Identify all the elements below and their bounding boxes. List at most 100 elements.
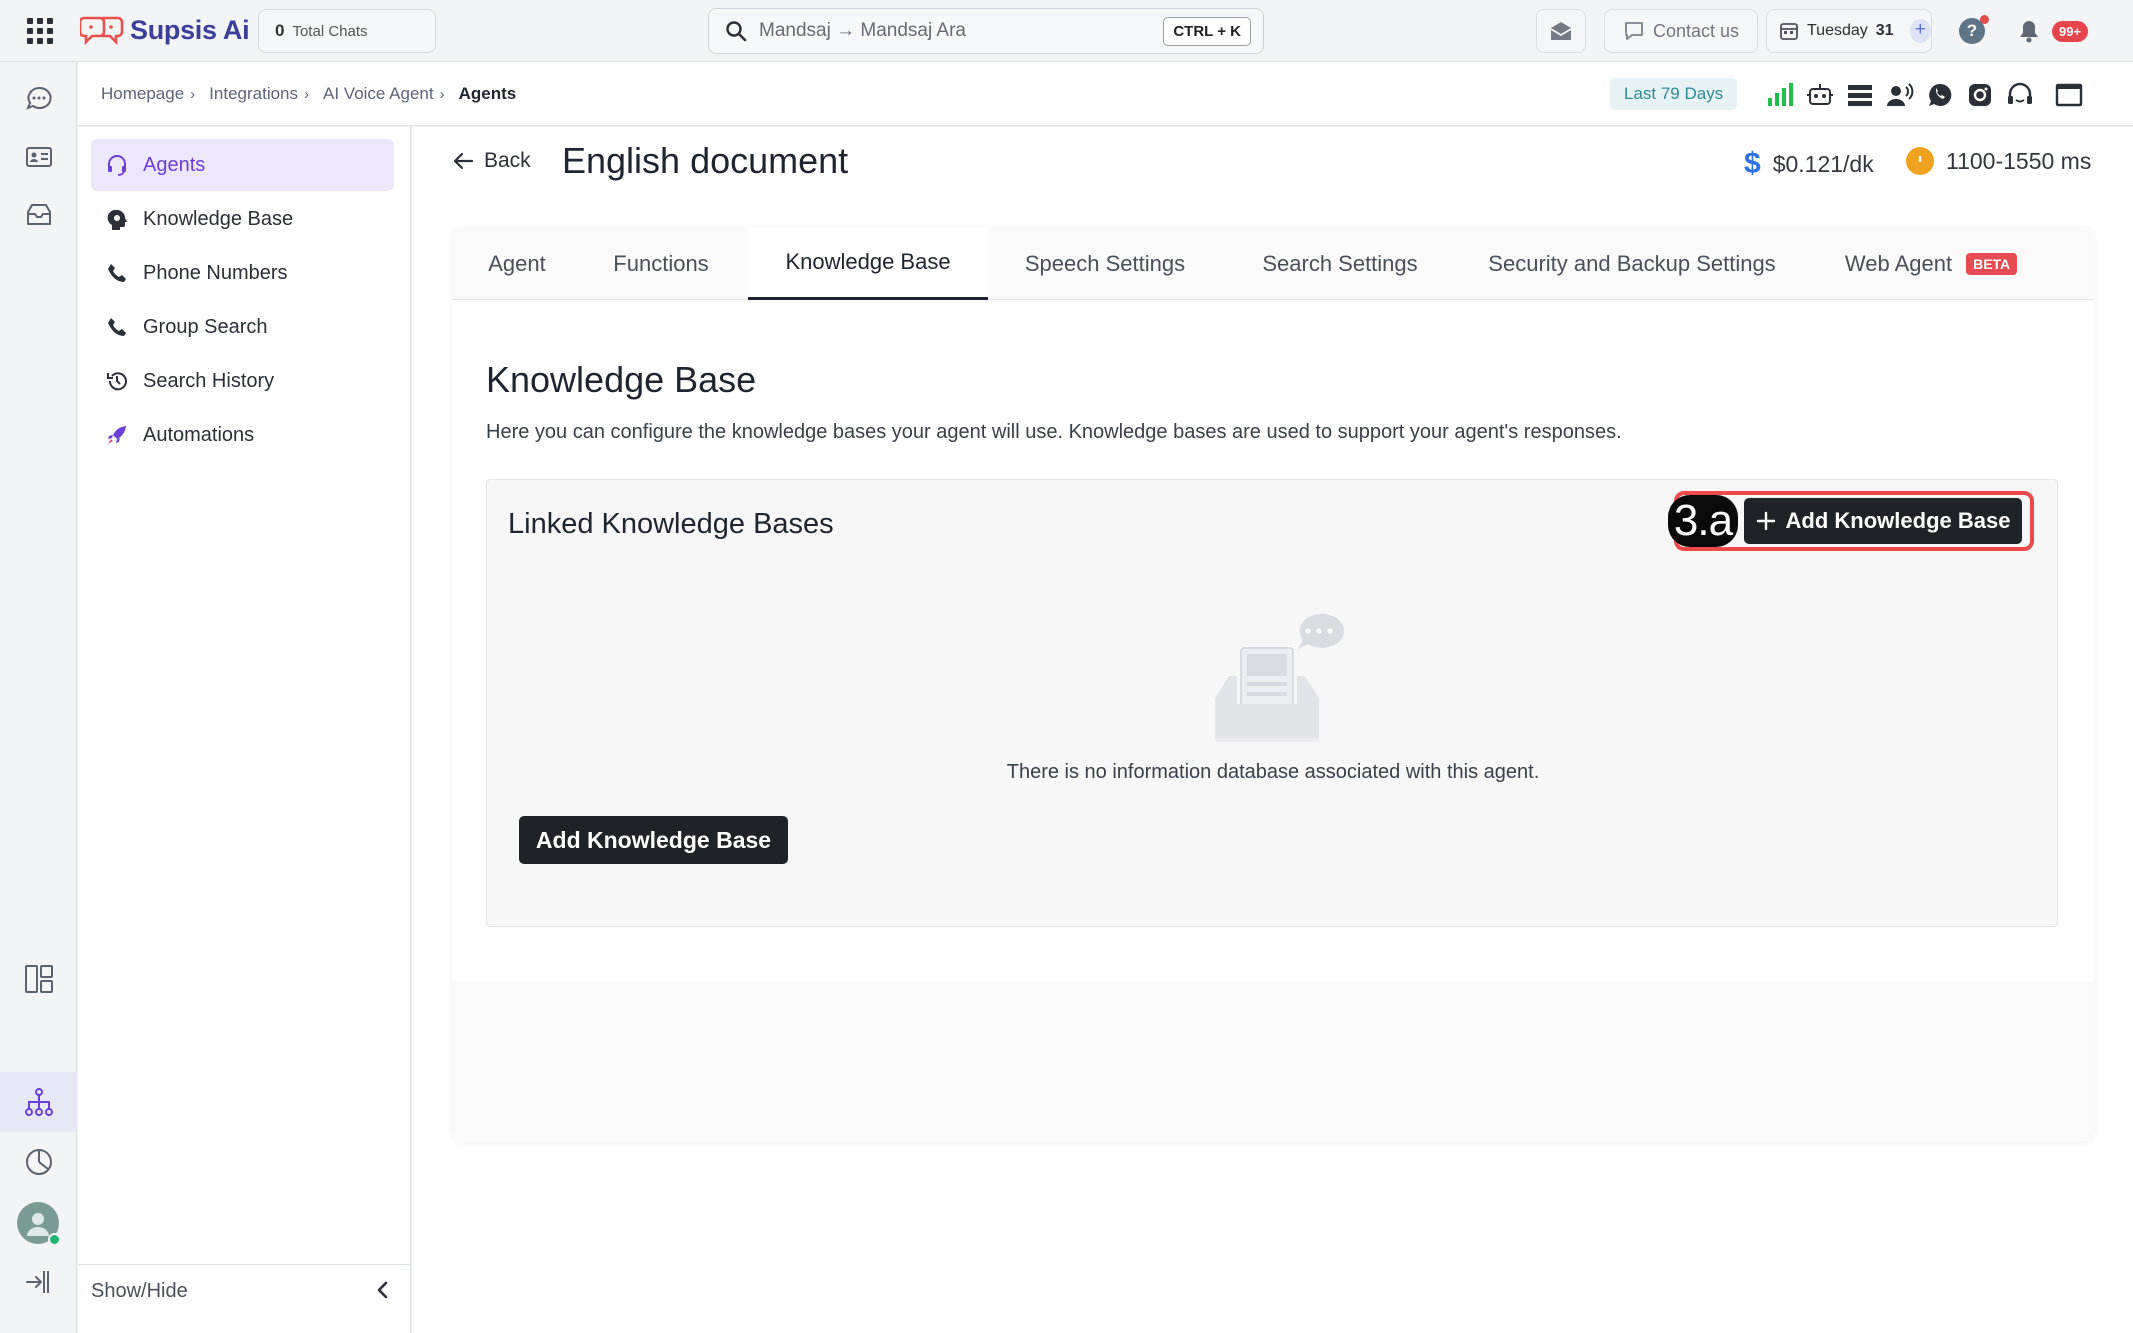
date-day: Tuesday: [1807, 22, 1868, 39]
show-hide-label: Show/Hide: [91, 1280, 188, 1302]
main-content: Back English document $ $0.121/dk 1100-1…: [412, 127, 2133, 1333]
back-label: Back: [484, 149, 531, 172]
back-button[interactable]: Back: [452, 149, 531, 173]
user-avatar[interactable]: [17, 1202, 61, 1246]
bell-icon: [2018, 19, 2040, 43]
beta-badge: BETA: [1966, 252, 2018, 275]
robot-icon[interactable]: [1805, 80, 1835, 110]
mail-icon: [1549, 20, 1573, 42]
total-chats-counter[interactable]: 0 Total Chats: [258, 9, 436, 53]
add-knowledge-base-button-bottom[interactable]: Add Knowledge Base: [519, 816, 788, 864]
icon-rail: [0, 62, 77, 1333]
latency-indicator: 1100-1550 ms: [1906, 147, 2091, 175]
contacts-card-icon[interactable]: [22, 140, 56, 174]
instagram-icon[interactable]: [1965, 80, 1995, 110]
sidebar-item-knowledge-base[interactable]: Knowledge Base: [91, 193, 394, 245]
logo-icon: [80, 14, 124, 46]
empty-inbox-illustration: [1207, 608, 1357, 748]
integrations-network-icon[interactable]: [22, 1085, 56, 1119]
whatsapp-icon[interactable]: [1925, 80, 1955, 110]
list-server-icon[interactable]: [1845, 80, 1875, 110]
page-title: English document: [562, 140, 849, 181]
notifications-button[interactable]: 99+: [2018, 9, 2114, 53]
chats-icon[interactable]: [22, 82, 56, 116]
rocket-icon: [105, 423, 129, 447]
global-search[interactable]: Mandsaj → Mandsaj Ara CTRL + K: [708, 8, 1264, 54]
knowledge-base-panel: Knowledge Base Here you can configure th…: [452, 301, 2094, 981]
arrow-left-icon: [452, 151, 474, 171]
breadcrumb-current: Agents: [458, 84, 517, 103]
sidebar-item-label: Phone Numbers: [143, 261, 288, 284]
tab-agent[interactable]: Agent: [452, 227, 582, 300]
phone-icon: [105, 261, 129, 285]
apps-grid-icon[interactable]: [24, 15, 56, 47]
sidebar-item-label: Agents: [143, 153, 206, 176]
empty-state-text: There is no information database associa…: [1006, 761, 1540, 783]
notifications-badge: 99+: [2052, 20, 2089, 42]
app-logo[interactable]: Supsis Ai: [80, 10, 250, 50]
sidebar-item-automations[interactable]: Automations: [91, 409, 394, 461]
phone-icon: [105, 315, 129, 339]
breadcrumb-bar: Homepage › Integrations › AI Voice Agent › …: [78, 62, 2133, 126]
step-annotation: 3.a: [1668, 495, 1738, 547]
sidebar-item-label: Automations: [143, 423, 255, 446]
reports-pie-icon[interactable]: [22, 1145, 56, 1179]
calendar-icon: [1779, 21, 1799, 41]
section-title: Knowledge Base: [486, 359, 757, 400]
date-widget[interactable]: Tuesday 31 +: [1766, 9, 1932, 53]
stats-bars-icon[interactable]: [1765, 80, 1795, 110]
date-range-button[interactable]: Last 79 Days: [1610, 78, 1738, 110]
sidebar-item-search-history[interactable]: Search History: [91, 355, 394, 407]
tab-web-agent[interactable]: Web Agent BETA: [1806, 227, 2056, 300]
archive-inbox-icon[interactable]: [22, 198, 56, 232]
sidebar-item-phone-numbers[interactable]: Phone Numbers: [91, 247, 394, 299]
add-event-plus-icon[interactable]: +: [1909, 19, 1931, 43]
dashboard-layout-icon[interactable]: [22, 962, 56, 996]
chevron-left-icon[interactable]: [372, 1279, 394, 1301]
support-headset-icon[interactable]: [2005, 80, 2035, 110]
inbox-button[interactable]: [1536, 9, 1586, 53]
tab-functions[interactable]: Functions: [582, 227, 740, 300]
help-notification-dot: [1980, 15, 1989, 24]
price-value: $0.121/dk: [1772, 150, 1874, 177]
plus-icon: [1756, 511, 1776, 531]
secondary-sidebar: Agents Knowledge Base Phone Numbers Grou…: [78, 127, 411, 1333]
section-description: Here you can configure the knowledge bas…: [486, 421, 1622, 443]
voice-user-icon[interactable]: [1885, 80, 1915, 110]
app-name: Supsis Ai: [130, 14, 250, 45]
search-shortcut: CTRL + K: [1163, 16, 1251, 46]
history-icon: [105, 369, 129, 393]
breadcrumb-ai-voice-agent[interactable]: AI Voice Agent: [323, 84, 434, 104]
dollar-icon: $: [1744, 147, 1761, 180]
brain-head-icon: [105, 207, 129, 231]
breadcrumb-integrations[interactable]: Integrations: [209, 84, 298, 104]
chat-bubble-icon: [1623, 20, 1645, 42]
total-chats-count: 0: [275, 21, 285, 40]
logout-icon[interactable]: [22, 1265, 56, 1299]
sidebar-item-label: Group Search: [143, 315, 268, 338]
top-bar: Supsis Ai 0 Total Chats Mandsaj → Mandsa…: [0, 0, 2133, 62]
linked-knowledge-bases-box: Linked Knowledge Bases 3.a Add Knowledge…: [486, 479, 2058, 927]
settings-tabs: Agent Functions Knowledge Base Speech Se…: [452, 227, 2094, 300]
sidebar-item-label: Search History: [143, 369, 275, 392]
linked-title: Linked Knowledge Bases: [508, 508, 834, 540]
tab-search-settings[interactable]: Search Settings: [1222, 227, 1458, 300]
add-knowledge-base-button[interactable]: Add Knowledge Base: [1744, 498, 2022, 544]
contact-us-button[interactable]: Contact us: [1604, 9, 1758, 53]
show-hide-toggle[interactable]: Show/Hide: [78, 1264, 411, 1318]
online-status-dot: [48, 1233, 61, 1246]
sidebar-item-agents[interactable]: Agents: [91, 139, 394, 191]
tab-speech-settings[interactable]: Speech Settings: [988, 227, 1222, 300]
stopwatch-icon: [1906, 147, 1934, 175]
tab-knowledge-base[interactable]: Knowledge Base: [748, 227, 988, 300]
window-panel-icon[interactable]: [2054, 80, 2084, 110]
tab-security-backup[interactable]: Security and Backup Settings: [1458, 227, 1806, 300]
search-icon: [725, 20, 747, 42]
sidebar-item-label: Knowledge Base: [143, 207, 294, 230]
latency-value: 1100-1550 ms: [1946, 147, 2092, 174]
help-button[interactable]: ?: [1952, 9, 1992, 53]
sidebar-item-group-search[interactable]: Group Search: [91, 301, 394, 353]
headset-icon: [105, 153, 129, 177]
breadcrumb-homepage[interactable]: Homepage: [101, 84, 184, 104]
search-input[interactable]: Mandsaj → Mandsaj Ara: [759, 20, 1163, 42]
